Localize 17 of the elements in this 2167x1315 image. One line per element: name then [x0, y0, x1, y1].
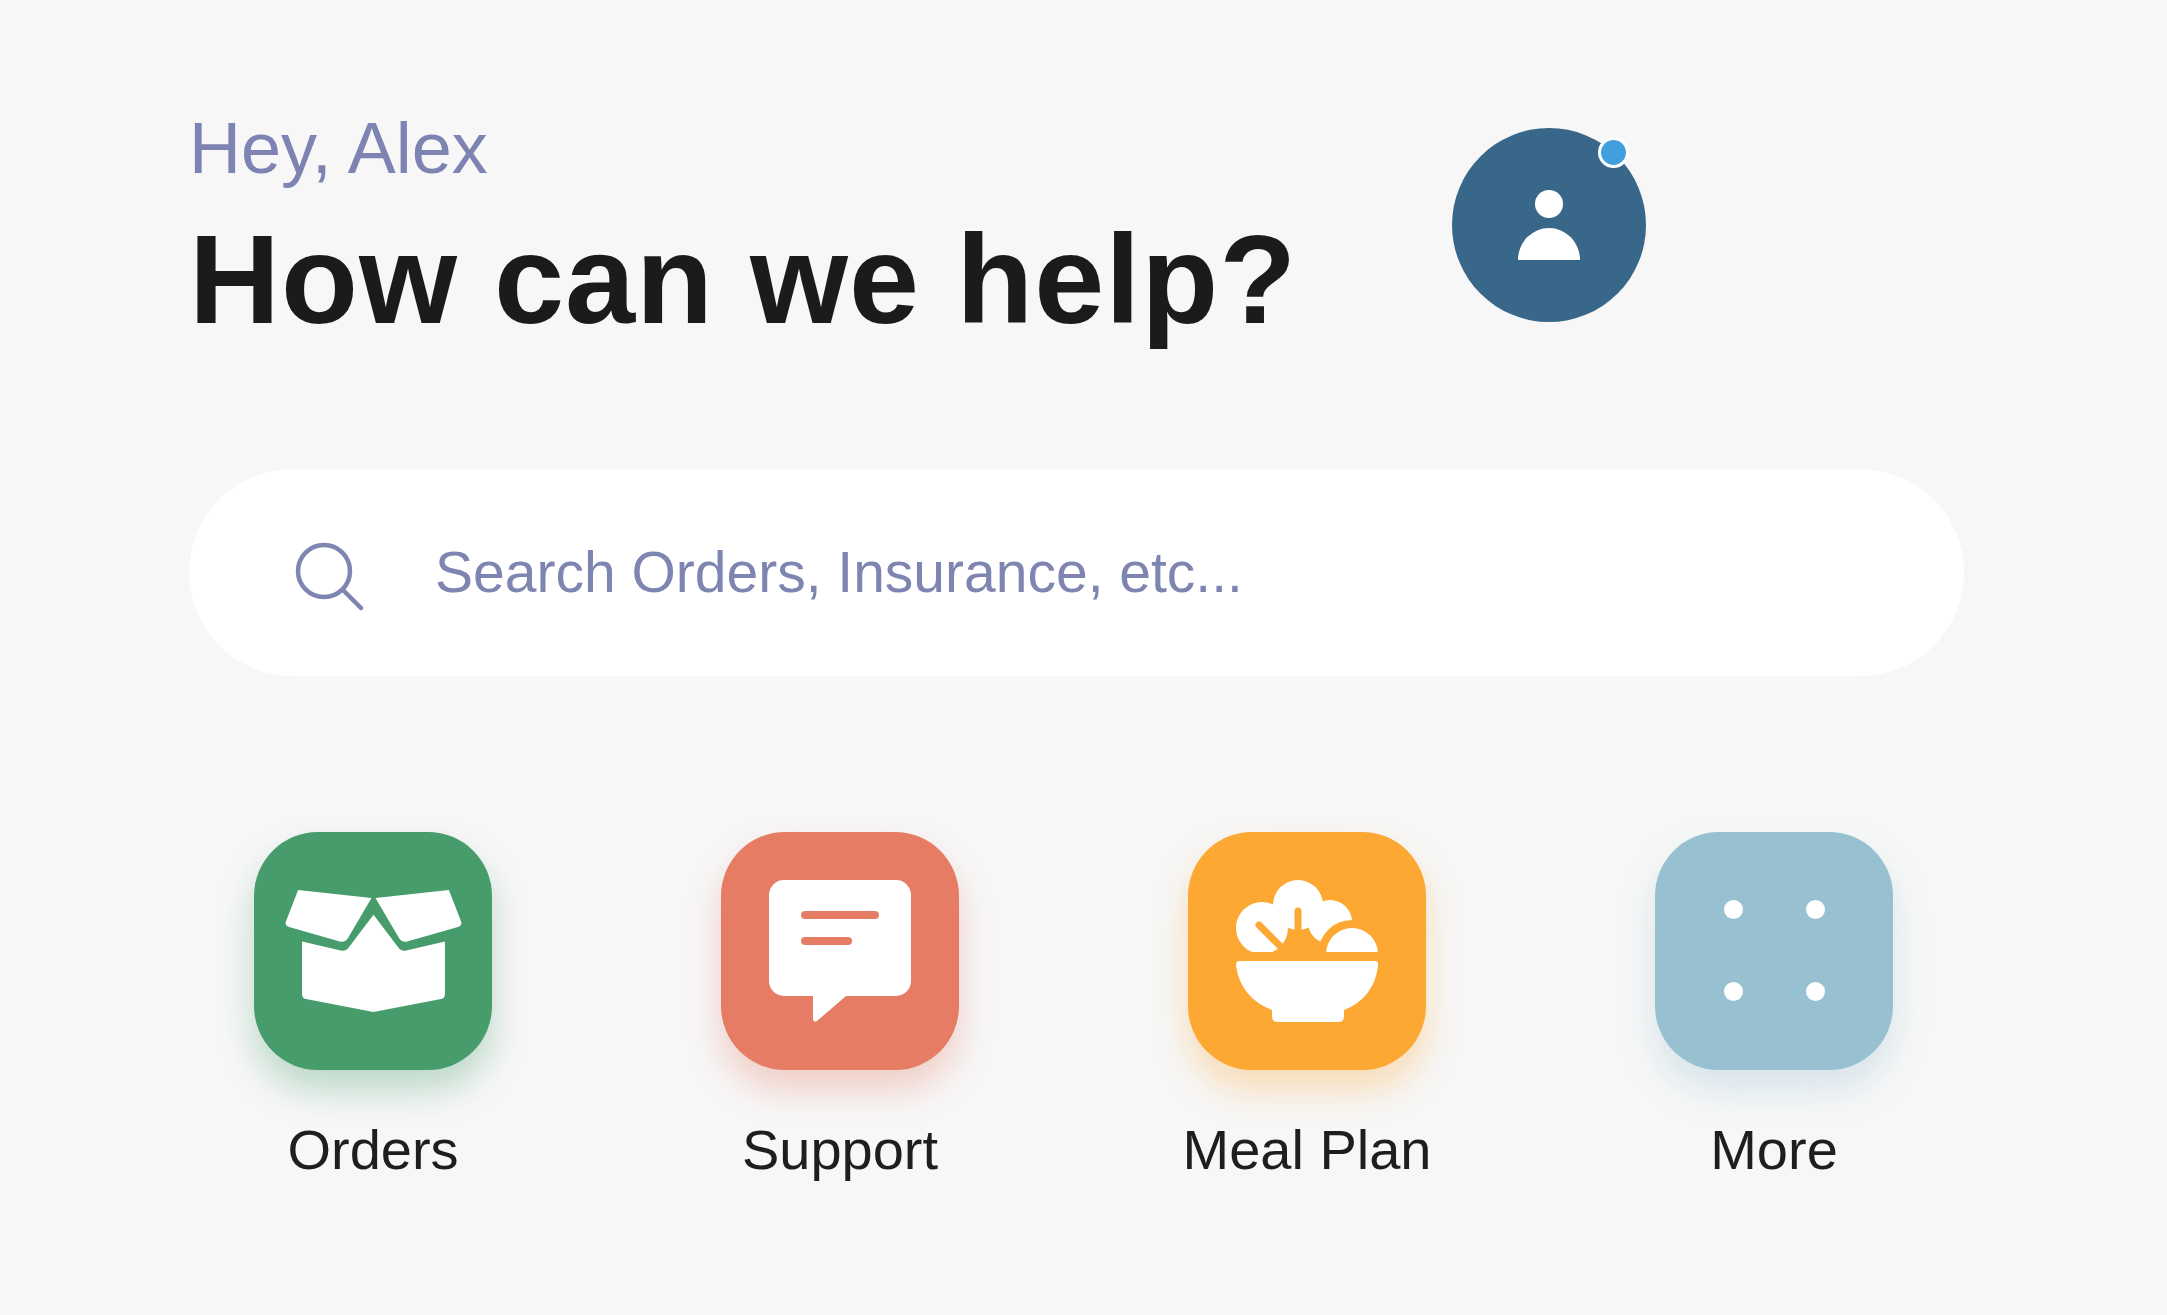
- salad-bowl-icon: [1236, 879, 1378, 1022]
- shortcut-label: Support: [741, 1116, 939, 1183]
- page-heading: How can we help?: [189, 207, 1298, 352]
- shortcut-label: Meal Plan: [1182, 1116, 1432, 1183]
- shortcut-tile-button[interactable]: [1188, 831, 1426, 1070]
- person-icon: [1518, 190, 1580, 260]
- search-icon: [294, 540, 364, 611]
- greeting-text: Hey, Alex: [189, 107, 488, 190]
- dots-grid-icon: [1723, 900, 1825, 1002]
- shortcut-tile-button[interactable]: [721, 831, 959, 1070]
- open-box-icon: [283, 888, 463, 1013]
- shortcut-tile-button[interactable]: [1655, 831, 1893, 1070]
- shortcut-label: Orders: [287, 1116, 459, 1183]
- chat-bubble-icon: [769, 879, 911, 1022]
- shortcut-tile-button[interactable]: [254, 831, 492, 1070]
- search-field[interactable]: Search Orders, Insurance, etc...: [189, 468, 1964, 676]
- shortcut-label: More: [1710, 1116, 1838, 1183]
